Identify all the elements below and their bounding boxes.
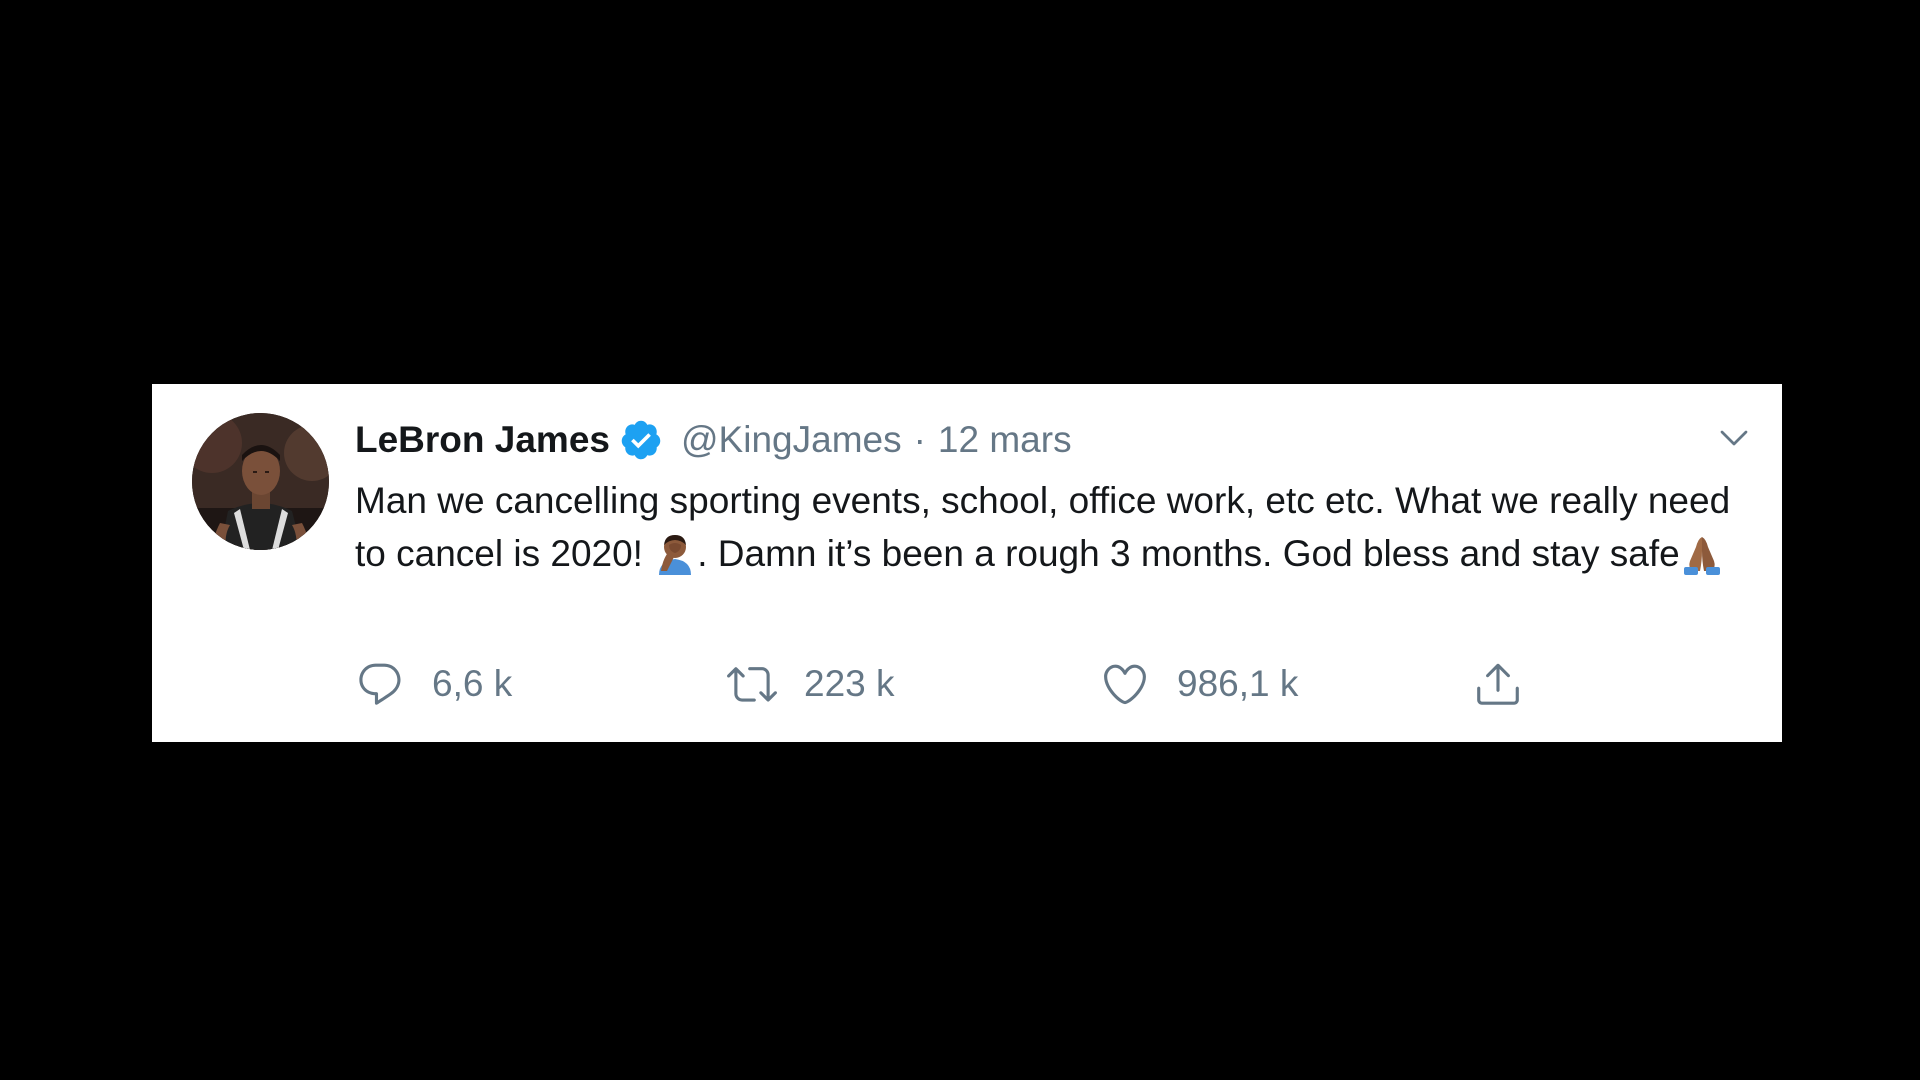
like-button[interactable]: 986,1 k	[1100, 656, 1298, 712]
man-facepalming-emoji	[653, 531, 697, 575]
tweet-text-part-2: . Damn it’s been a rough 3 months. God b…	[697, 533, 1680, 574]
verified-badge-icon	[619, 418, 663, 462]
share-button[interactable]	[1473, 656, 1523, 712]
tweet-date[interactable]: 12 mars	[938, 419, 1072, 461]
retweet-count: 223 k	[804, 663, 895, 704]
display-name[interactable]: LeBron James	[355, 419, 610, 461]
chevron-down-icon[interactable]	[1716, 420, 1752, 456]
user-handle[interactable]: @KingJames	[681, 419, 902, 461]
tweet-actions: 6,6 k 223 k 986,1 k	[355, 656, 1655, 712]
header-separator: ·	[913, 419, 926, 460]
avatar-image	[192, 413, 329, 550]
like-count: 986,1 k	[1177, 663, 1299, 704]
share-icon[interactable]	[1473, 659, 1523, 709]
avatar[interactable]	[192, 413, 329, 550]
folded-hands-emoji	[1680, 531, 1724, 575]
reply-button[interactable]: 6,6 k	[355, 656, 512, 712]
tweet-header: LeBron James @KingJames · 12 mars	[355, 414, 1072, 466]
reply-icon[interactable]	[355, 659, 405, 709]
heart-icon[interactable]	[1100, 659, 1150, 709]
tweet-text: Man we cancelling sporting events, schoo…	[355, 474, 1735, 580]
retweet-button[interactable]: 223 k	[727, 656, 895, 712]
page-background: LeBron James @KingJames · 12 mars Man we…	[0, 0, 1920, 1080]
reply-count: 6,6 k	[432, 663, 513, 704]
tweet-card[interactable]: LeBron James @KingJames · 12 mars Man we…	[152, 384, 1782, 742]
retweet-icon[interactable]	[727, 659, 777, 709]
